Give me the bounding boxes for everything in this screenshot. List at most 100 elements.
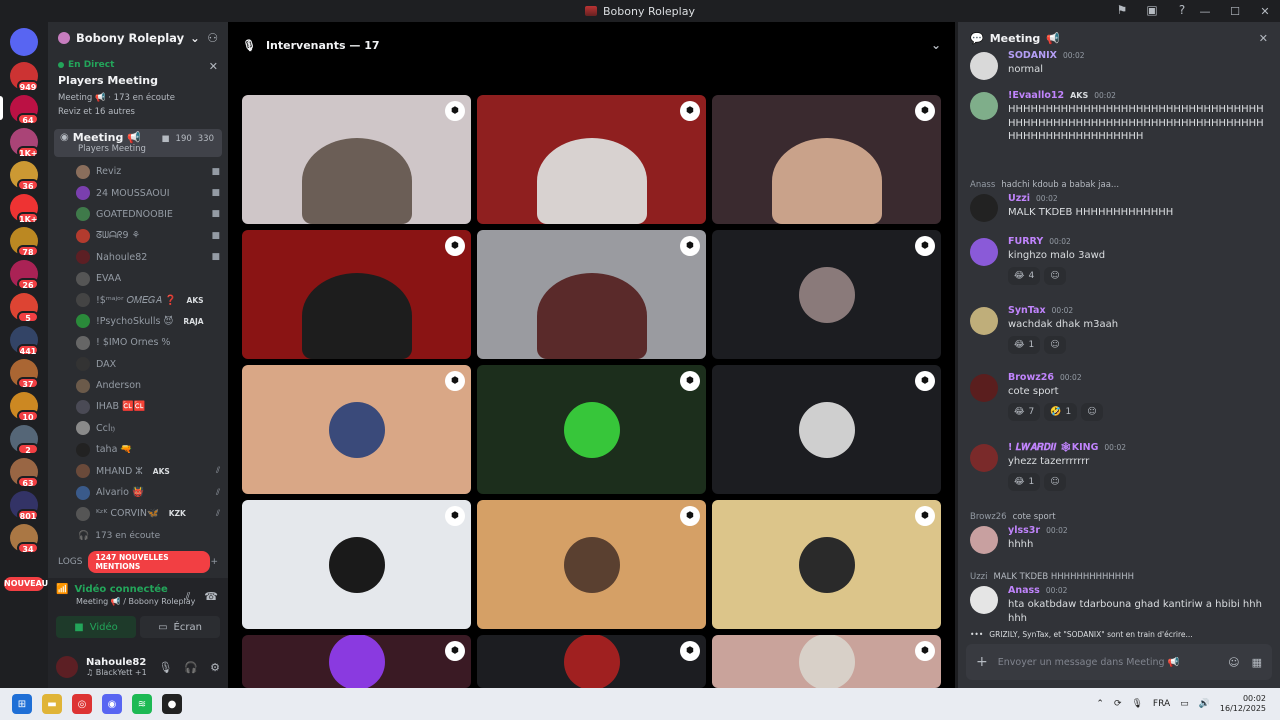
add-reaction-button[interactable]: ☺ bbox=[1081, 402, 1103, 421]
moderator-badge-icon[interactable]: ⬢ bbox=[915, 371, 935, 391]
voice-member[interactable]: GOATEDNOOBIE ■ bbox=[48, 204, 228, 225]
moderator-badge-icon[interactable]: ⬢ bbox=[915, 101, 935, 121]
moderator-badge-icon[interactable]: ⬢ bbox=[445, 101, 465, 121]
speaker-tile[interactable]: ⬢ bbox=[242, 95, 471, 224]
speaker-tile[interactable]: ⬢ bbox=[242, 500, 471, 629]
chat-message[interactable]: !Evaallo12 AKS 00:02 HHHHHHHHHHHHHHHHHHHHHH… bbox=[970, 90, 1266, 144]
speakers-header[interactable]: 🎙 Intervenants — 17 ⌄ bbox=[228, 22, 955, 68]
chat-message[interactable]: Anass hadchi kdoub a babak jaa... Uzzi 00:0… bbox=[970, 180, 1266, 222]
voice-member[interactable]: !PsychoSkulls 😈 RAJA bbox=[48, 311, 228, 332]
message-author[interactable]: !Evaallo12 bbox=[1008, 90, 1064, 101]
speaker-tile[interactable]: ⬢ bbox=[712, 95, 941, 224]
voice-member[interactable]: MHAND ⵣ AKS ⫽ bbox=[48, 460, 228, 481]
speaker-tile[interactable]: ⬢ bbox=[477, 365, 706, 494]
gear-icon[interactable]: ⚙ bbox=[210, 661, 220, 674]
chat-message[interactable]: SynTax 00:02 wachdak dhak m3aah 😂 1 ☺ bbox=[970, 305, 1266, 354]
avatar[interactable] bbox=[970, 374, 998, 402]
clock[interactable]: 00:02 16/12/2025 bbox=[1220, 694, 1266, 714]
video-button[interactable]: ■ Vidéo bbox=[56, 616, 136, 638]
logs-category[interactable]: LOGS 1247 NOUVELLES MENTIONS + bbox=[48, 551, 228, 573]
avatar[interactable] bbox=[970, 586, 998, 614]
voice-member[interactable]: Alvario 👹 ⫽ bbox=[48, 482, 228, 503]
message-author[interactable]: ylss3r bbox=[1008, 525, 1040, 536]
avatar[interactable] bbox=[56, 656, 78, 678]
chrome-icon[interactable]: ◎ bbox=[72, 694, 92, 714]
voice-member[interactable]: !$ᵐᵃʲᵒʳ 𝑂𝑀𝐸𝐺𝐴 ❓ AKS bbox=[48, 289, 228, 310]
avatar[interactable] bbox=[970, 92, 998, 120]
screen-share-icon[interactable]: ▣ bbox=[1144, 2, 1160, 18]
voice-member[interactable]: Reviz ■ bbox=[48, 161, 228, 182]
mentions-pill[interactable]: 1247 NOUVELLES MENTIONS bbox=[88, 551, 211, 573]
message-author[interactable]: SODANIX bbox=[1008, 50, 1057, 61]
voice-member[interactable]: taha 🔫 bbox=[48, 439, 228, 460]
message-author[interactable]: Anass bbox=[1008, 585, 1040, 596]
minimize-button[interactable]: — bbox=[1190, 5, 1220, 18]
voice-member[interactable]: ! $IMO Ornes % bbox=[48, 332, 228, 353]
speaker-tile[interactable]: ⬢ bbox=[242, 365, 471, 494]
reaction[interactable]: 😂 1 bbox=[1008, 335, 1041, 354]
chat-message[interactable]: SODANIX 00:02 normal bbox=[970, 50, 1266, 80]
moderator-badge-icon[interactable]: ⬢ bbox=[680, 236, 700, 256]
voice-member[interactable]: ᴷᶻᴷ CORVIN🦋 KZK ⫽ bbox=[48, 503, 228, 524]
message-author[interactable]: Uzzi bbox=[1008, 193, 1030, 204]
add-reaction-button[interactable]: ☺ bbox=[1044, 472, 1066, 491]
message-author[interactable]: FURRY bbox=[1008, 236, 1043, 247]
chevron-down-icon[interactable]: ⌄ bbox=[931, 38, 941, 52]
disconnect-icon[interactable]: ☎ bbox=[204, 590, 218, 604]
obs-icon[interactable]: ● bbox=[162, 694, 182, 714]
speaker-tile[interactable]: ⬢ bbox=[477, 95, 706, 224]
voice-channel-meeting[interactable]: ◉ Meeting 📢 Players Meeting ■ 190 330 bbox=[54, 129, 222, 157]
avatar[interactable] bbox=[970, 444, 998, 472]
moderator-badge-icon[interactable]: ⬢ bbox=[680, 101, 700, 121]
chat-message[interactable]: Browz26 cote sport ylss3r 00:02 hhhh bbox=[970, 512, 1266, 554]
tray-chevron-icon[interactable]: ⌃ bbox=[1096, 699, 1104, 709]
moderator-badge-icon[interactable]: ⬢ bbox=[445, 641, 465, 661]
avatar[interactable] bbox=[970, 52, 998, 80]
reply-preview[interactable]: Anass hadchi kdoub a babak jaa... bbox=[970, 180, 1266, 190]
speaker-tile[interactable]: ⬢ bbox=[477, 230, 706, 359]
attach-plus-icon[interactable]: + bbox=[976, 654, 988, 670]
speaker-tile[interactable]: ⬢ bbox=[712, 635, 941, 688]
headphones-icon[interactable]: 🎧 bbox=[184, 661, 198, 674]
reaction[interactable]: 😂 4 bbox=[1008, 266, 1041, 285]
voice-member[interactable]: Ccl𝔶 bbox=[48, 418, 228, 439]
spotify-icon[interactable]: ≋ bbox=[132, 694, 152, 714]
live-event-card[interactable]: En Direct Players Meeting Meeting 📢 · 17… bbox=[48, 54, 228, 127]
discord-icon[interactable]: ◉ bbox=[102, 694, 122, 714]
voice-member[interactable]: DAX bbox=[48, 354, 228, 375]
windows-start-icon[interactable]: ⊞ bbox=[12, 694, 32, 714]
speaker-tile[interactable]: ⬢ bbox=[477, 635, 706, 688]
close-icon[interactable]: ✕ bbox=[1259, 32, 1268, 45]
avatar[interactable] bbox=[970, 526, 998, 554]
chat-message[interactable]: ! 𝑳𝑾𝑨𝑹𝑫𝑰𝑰 🕸KING 00:02 yhezz tazerrrrrrr 😂 1 ☺ bbox=[970, 442, 1266, 491]
voice-member[interactable]: EVAA bbox=[48, 268, 228, 289]
speaker-tile[interactable]: ⬢ bbox=[242, 635, 471, 688]
reply-preview[interactable]: Uzzi MALK TKDEB HHHHHHHHHHHHH bbox=[970, 572, 1266, 582]
microphone-icon[interactable]: 🎙 bbox=[158, 661, 172, 674]
close-icon[interactable]: ✕ bbox=[209, 60, 218, 73]
reaction[interactable]: 😂 7 bbox=[1008, 402, 1041, 421]
close-window-button[interactable]: ✕ bbox=[1250, 5, 1280, 18]
file-explorer-icon[interactable]: ▬ bbox=[42, 694, 62, 714]
voice-member[interactable]: ᘔᗯᗩᖇ9 ⚘ ■ bbox=[48, 225, 228, 246]
add-reaction-button[interactable]: ☺ bbox=[1044, 335, 1066, 354]
moderator-badge-icon[interactable]: ⬢ bbox=[915, 236, 935, 256]
language-indicator[interactable]: FRA bbox=[1153, 699, 1170, 709]
moderator-badge-icon[interactable]: ⬢ bbox=[680, 371, 700, 391]
inbox-icon[interactable]: ⚑ bbox=[1114, 2, 1130, 18]
add-channel-icon[interactable]: + bbox=[210, 557, 218, 567]
moderator-badge-icon[interactable]: ⬢ bbox=[445, 236, 465, 256]
help-icon[interactable]: ? bbox=[1174, 2, 1190, 18]
screen-share-button[interactable]: ▭ Écran bbox=[140, 616, 220, 638]
moderator-badge-icon[interactable]: ⬢ bbox=[445, 506, 465, 526]
moderator-badge-icon[interactable]: ⬢ bbox=[445, 371, 465, 391]
message-author[interactable]: Browz26 bbox=[1008, 372, 1054, 383]
speaker-tile[interactable]: ⬢ bbox=[712, 230, 941, 359]
avatar[interactable] bbox=[970, 194, 998, 222]
moderator-badge-icon[interactable]: ⬢ bbox=[915, 641, 935, 661]
message-input[interactable] bbox=[997, 656, 1219, 668]
sync-icon[interactable]: ⟳ bbox=[1114, 699, 1122, 709]
guild-header[interactable]: Bobony Roleplay ⌄ ⚇ bbox=[48, 22, 228, 54]
reaction[interactable]: 🤣 1 bbox=[1044, 402, 1078, 421]
new-unread-pill[interactable]: NOUVEAU bbox=[4, 577, 48, 591]
